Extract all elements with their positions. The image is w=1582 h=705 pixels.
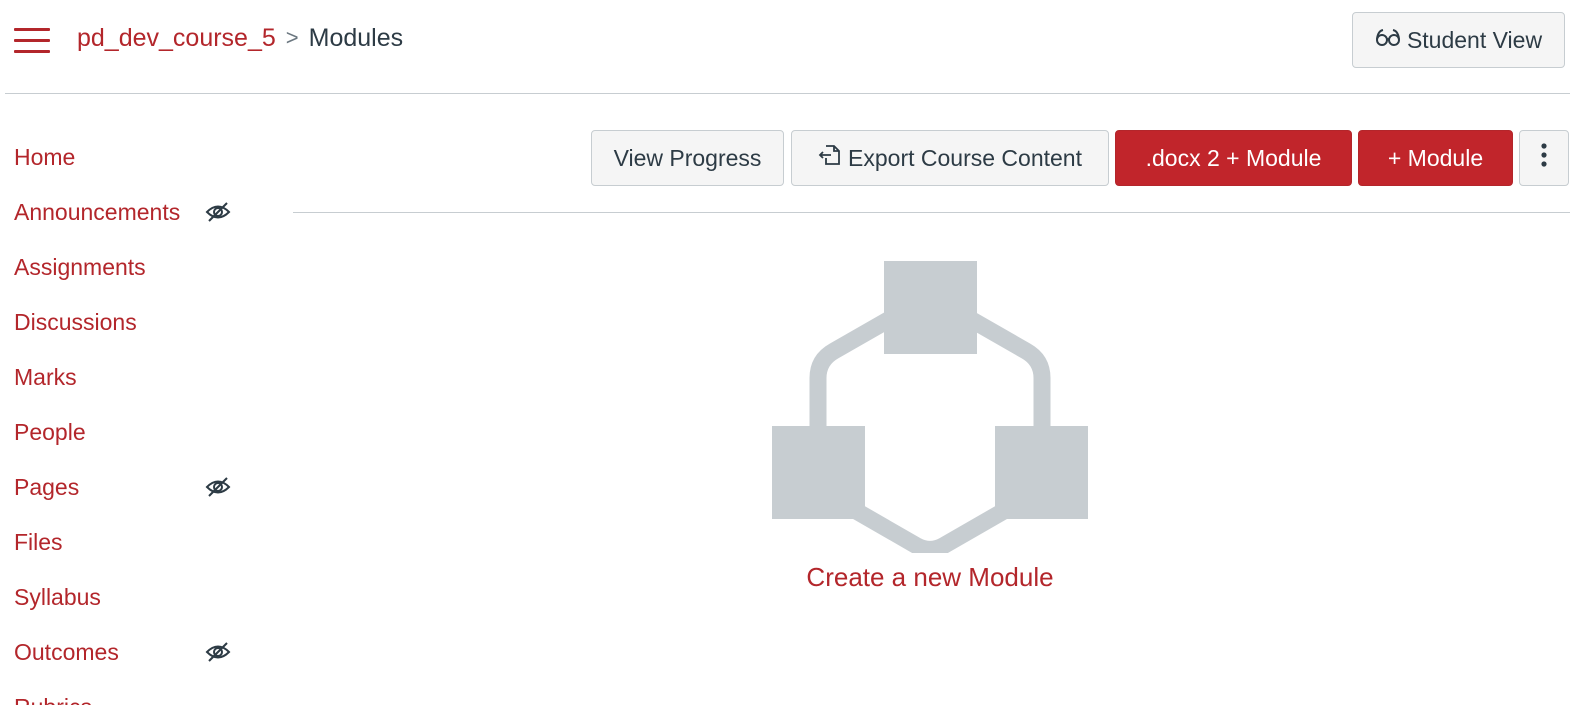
- add-module-label: + Module: [1387, 144, 1484, 171]
- modules-illustration: [772, 261, 1088, 558]
- sidebar-item-label: Rubrics: [14, 694, 92, 705]
- sidebar-item-discussions[interactable]: Discussions: [14, 295, 244, 350]
- docx-add-module-label: .docx 2 + Module: [1145, 144, 1322, 171]
- sidebar-item-label: People: [14, 419, 86, 445]
- more-options-button[interactable]: [1519, 130, 1569, 186]
- sidebar-item-rubrics[interactable]: Rubrics: [14, 680, 244, 705]
- student-view-label: Student View: [1406, 26, 1543, 53]
- sidebar-item-label: Announcements: [14, 199, 181, 225]
- sidebar-item-label: Pages: [14, 474, 80, 500]
- hamburger-icon[interactable]: [14, 26, 50, 54]
- sidebar-item-label: Outcomes: [14, 639, 119, 665]
- sidebar-item-assignments[interactable]: Assignments: [14, 240, 244, 295]
- top-header: pd_dev_course_5 > Modules Student View: [0, 0, 1582, 94]
- sidebar-item-marks[interactable]: Marks: [14, 350, 244, 405]
- export-icon: [818, 143, 842, 173]
- glasses-icon: [1375, 27, 1401, 54]
- sidebar-item-home[interactable]: Home: [14, 130, 244, 185]
- sidebar-item-label: Assignments: [14, 254, 146, 280]
- sidebar-item-label: Syllabus: [14, 584, 101, 610]
- sidebar-item-label: Home: [14, 144, 76, 170]
- export-course-content-label: Export Course Content: [848, 144, 1082, 171]
- course-navigation: Home Announcements Assignments Discussio…: [14, 130, 244, 705]
- sidebar-item-label: Files: [14, 529, 63, 555]
- breadcrumb: pd_dev_course_5 > Modules: [77, 22, 403, 54]
- breadcrumb-course-link[interactable]: pd_dev_course_5: [77, 22, 276, 54]
- sidebar-item-files[interactable]: Files: [14, 515, 244, 570]
- student-view-button[interactable]: Student View: [1352, 12, 1565, 68]
- sidebar-item-label: Discussions: [14, 309, 137, 335]
- export-course-content-button[interactable]: Export Course Content: [791, 130, 1109, 186]
- sidebar-item-label: Marks: [14, 364, 77, 390]
- sidebar-item-people[interactable]: People: [14, 405, 244, 460]
- breadcrumb-current-page: Modules: [308, 24, 404, 52]
- docx-add-module-button[interactable]: .docx 2 + Module: [1115, 130, 1352, 186]
- sidebar-item-syllabus[interactable]: Syllabus: [14, 570, 244, 625]
- view-progress-button[interactable]: View Progress: [591, 130, 784, 186]
- sidebar-item-announcements[interactable]: Announcements: [14, 185, 244, 240]
- view-progress-label: View Progress: [613, 144, 762, 171]
- eye-slash-icon: [204, 198, 232, 226]
- content-divider: [293, 212, 1570, 213]
- breadcrumb-separator: >: [285, 25, 299, 50]
- create-new-module-link[interactable]: Create a new Module: [760, 562, 1100, 593]
- eye-slash-icon: [204, 638, 232, 666]
- add-module-button[interactable]: + Module: [1358, 130, 1513, 186]
- kebab-menu-icon: [1540, 142, 1548, 174]
- header-divider: [5, 93, 1570, 94]
- sidebar-item-pages[interactable]: Pages: [14, 460, 244, 515]
- sidebar-item-outcomes[interactable]: Outcomes: [14, 625, 244, 680]
- eye-slash-icon: [204, 473, 232, 501]
